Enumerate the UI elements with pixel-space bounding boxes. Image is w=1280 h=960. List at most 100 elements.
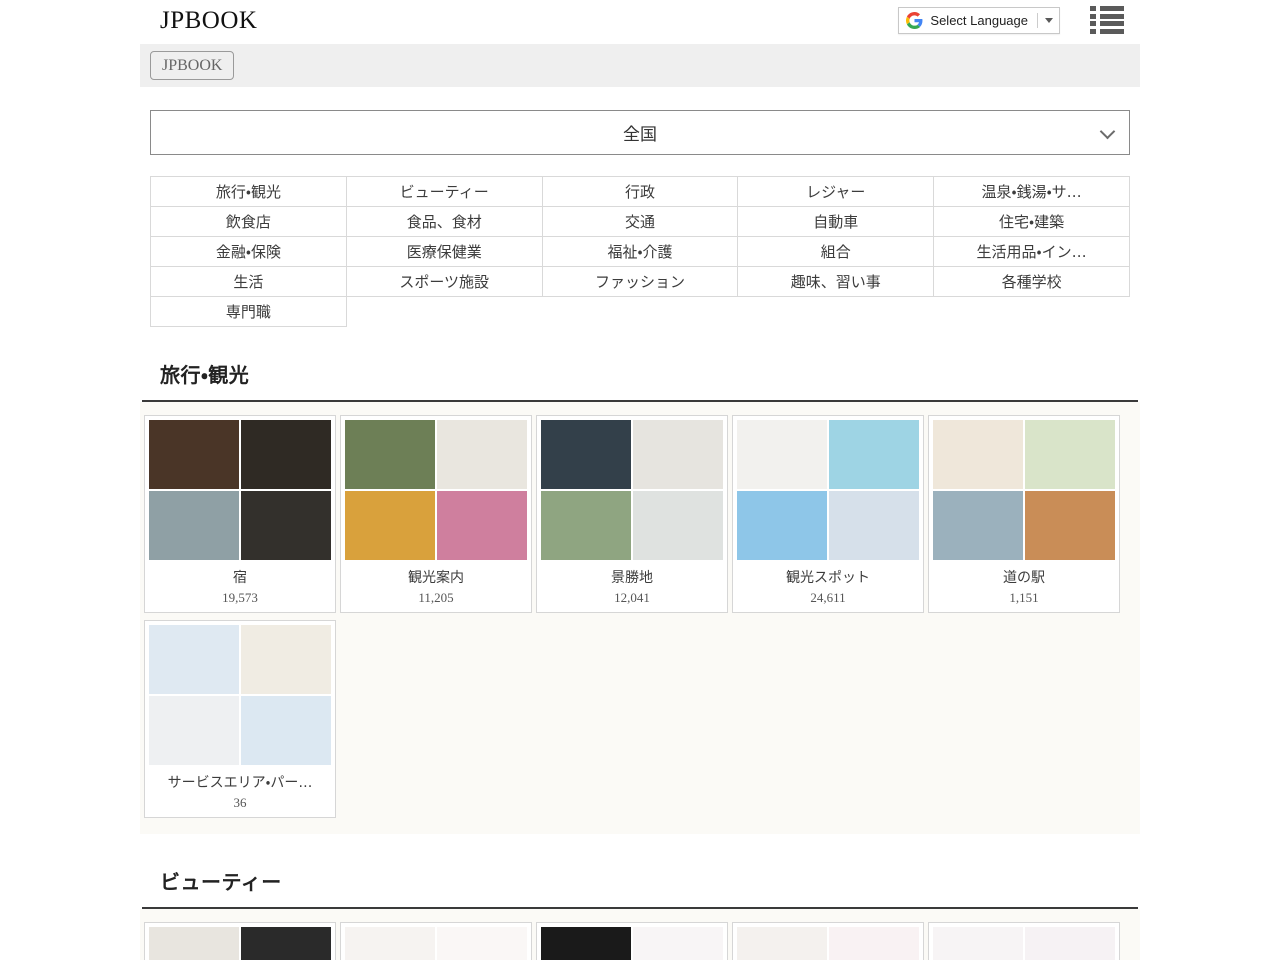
category-cell[interactable]: 生活 [150, 266, 347, 297]
card-count: 12,041 [614, 590, 650, 605]
card-label: 観光案内 [408, 570, 464, 586]
card-thumbnail [829, 491, 919, 560]
category-table-row: 専門職 [150, 296, 1130, 327]
category-card[interactable]: 道の駅 1,151 [928, 415, 1120, 613]
card-label: 景勝地 [611, 570, 653, 586]
category-cell[interactable]: 行政 [541, 176, 739, 207]
card-thumbnail [933, 420, 1023, 489]
card-thumbnail [633, 927, 723, 960]
category-cell[interactable]: 生活用品・イン… [933, 236, 1130, 267]
category-cell-empty [542, 297, 738, 327]
card-label: 観光スポット [786, 570, 870, 586]
card-thumbnail [241, 625, 331, 694]
caret-down-icon [1045, 17, 1053, 23]
category-card[interactable] [340, 922, 532, 960]
category-cell[interactable]: 趣味、習い事 [737, 266, 935, 297]
breadcrumb-item-jpbook[interactable]: JPBOOK [150, 51, 235, 80]
google-g-icon [906, 11, 923, 29]
section-header: 旅行・観光 [140, 337, 1140, 400]
category-card[interactable] [144, 922, 336, 960]
card-thumbnail [149, 927, 239, 960]
card-label: サービスエリア・パー… [167, 775, 313, 791]
card-thumbnail [541, 927, 631, 960]
category-cell[interactable]: 食品、食材 [345, 206, 543, 237]
card-thumbnail-collage [149, 927, 331, 960]
category-cell[interactable]: ファッション [541, 266, 739, 297]
page-root: JPBOOK Select Language JPBOOK 全国 旅行・観光 ビ… [0, 0, 1280, 960]
card-thumbnail [241, 696, 331, 765]
card-thumbnail [149, 625, 239, 694]
category-table-row: 飲食店 食品、食材 交通 自動車 住宅・建築 [150, 206, 1130, 237]
card-thumbnail [829, 420, 919, 489]
section-title: ビューティー [160, 870, 282, 894]
card-thumbnail-collage [737, 420, 919, 560]
category-card[interactable]: 観光案内 11,205 [340, 415, 532, 613]
chevron-down-icon [1099, 123, 1116, 139]
card-thumbnail [345, 927, 435, 960]
category-cell[interactable]: ビューティー [345, 176, 543, 207]
category-card[interactable]: サービスエリア・パー… 36 [144, 620, 336, 818]
card-thumbnail [933, 491, 1023, 560]
card-thumbnail [633, 491, 723, 560]
section-header: ビューティー [140, 844, 1140, 907]
category-cell[interactable]: 温泉・銭湯・サ… [933, 176, 1130, 207]
header-right-controls: Select Language [898, 6, 1124, 34]
category-cell[interactable]: 交通 [541, 206, 739, 237]
menu-icon-bar [1100, 28, 1124, 34]
menu-icon-dot [1090, 13, 1096, 19]
category-card[interactable] [928, 922, 1120, 960]
region-select[interactable]: 全国 [150, 110, 1130, 155]
category-table-wrapper: 旅行・観光 ビューティー 行政 レジャー 温泉・銭湯・サ… 飲食店 食品、食材 交通 自動車 住宅… [140, 155, 1140, 327]
card-thumbnail [541, 491, 631, 560]
list-menu-icon[interactable] [1090, 6, 1124, 34]
card-count: 11,205 [418, 590, 454, 605]
menu-icon-dot [1090, 21, 1096, 27]
card-thumbnail [737, 927, 827, 960]
card-thumbnail-collage [541, 927, 723, 960]
menu-icon-bar [1100, 6, 1124, 11]
card-thumbnail-collage [541, 420, 723, 560]
category-table: 旅行・観光 ビューティー 行政 レジャー 温泉・銭湯・サ… 飲食店 食品、食材 交通 自動車 住宅… [150, 176, 1130, 327]
card-thumbnail [1025, 420, 1115, 489]
category-card[interactable]: 観光スポット 24,611 [732, 415, 924, 613]
menu-icon-dot [1090, 28, 1096, 34]
category-card[interactable] [536, 922, 728, 960]
translate-separator [1037, 12, 1038, 28]
category-section: 旅行・観光宿 19,573 観光案内 11,205 景勝地 12,041 観光スポット 24,… [140, 337, 1140, 834]
category-cell[interactable]: 各種学校 [933, 266, 1130, 297]
card-thumbnail-collage [345, 420, 527, 560]
card-count: 19,573 [222, 590, 258, 605]
card-thumbnail [437, 927, 527, 960]
category-cell[interactable]: 金融・保険 [150, 236, 347, 267]
card-label: 道の駅 [1003, 570, 1045, 586]
category-card[interactable]: 景勝地 12,041 [536, 415, 728, 613]
google-translate-widget[interactable]: Select Language [898, 6, 1060, 34]
menu-icon-row [1090, 6, 1124, 11]
category-cell[interactable]: 自動車 [737, 206, 935, 237]
menu-icon-dot [1090, 6, 1096, 11]
card-thumbnail [149, 696, 239, 765]
category-cell-empty [738, 297, 934, 327]
menu-icon-row [1090, 13, 1124, 19]
category-cell[interactable]: 住宅・建築 [933, 206, 1130, 237]
category-card[interactable] [732, 922, 924, 960]
category-cell[interactable]: 組合 [737, 236, 935, 267]
category-card[interactable]: 宿 19,573 [144, 415, 336, 613]
site-header: JPBOOK Select Language [0, 0, 1280, 44]
category-cell-empty [934, 297, 1130, 327]
card-thumbnail [149, 420, 239, 489]
menu-icon-bar [1100, 21, 1124, 27]
category-cell[interactable]: 福祉・介護 [541, 236, 739, 267]
category-cell[interactable]: スポーツ施設 [345, 266, 543, 297]
category-cell[interactable]: 飲食店 [150, 206, 347, 237]
card-thumbnail [241, 491, 331, 560]
region-select-wrapper: 全国 [140, 87, 1140, 155]
category-cell[interactable]: レジャー [737, 176, 935, 207]
card-thumbnail [345, 491, 435, 560]
category-table-row: 生活 スポーツ施設 ファッション 趣味、習い事 各種学校 [150, 266, 1130, 297]
category-cell[interactable]: 医療保健業 [345, 236, 543, 267]
category-cell[interactable]: 専門職 [150, 296, 347, 327]
card-count: 24,611 [810, 590, 846, 605]
menu-icon-row [1090, 28, 1124, 34]
category-cell[interactable]: 旅行・観光 [150, 176, 347, 207]
